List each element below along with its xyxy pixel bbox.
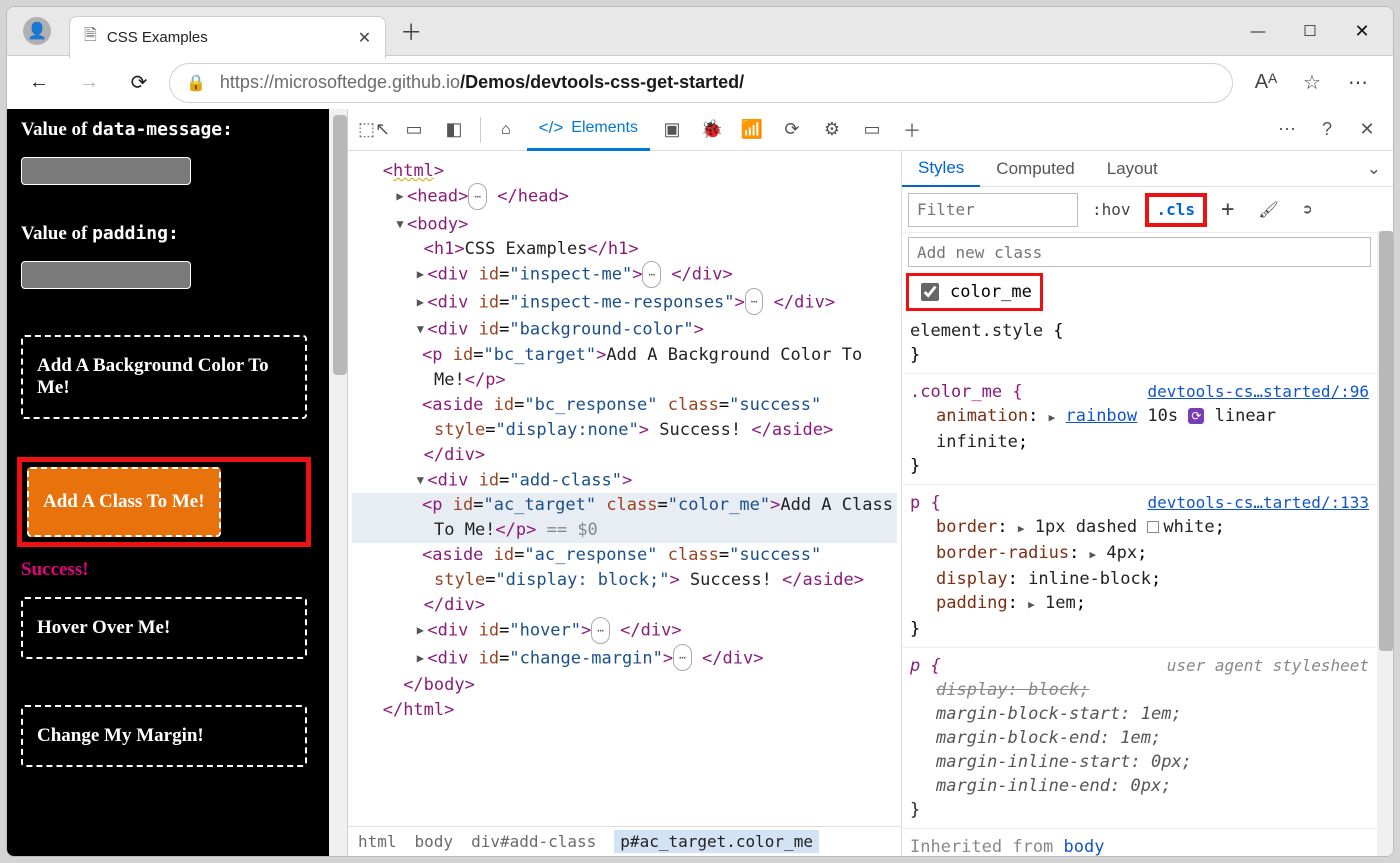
data-message-label: Value of data-message:: [21, 119, 307, 141]
computed-sidebar-icon[interactable]: ➲: [1293, 193, 1323, 227]
tab-close-icon[interactable]: ✕: [358, 28, 371, 48]
styles-tab-styles[interactable]: Styles: [902, 151, 980, 187]
settings-menu-icon[interactable]: ⋯: [1343, 70, 1373, 95]
highlighted-add-class-box: Add A Class To Me!: [21, 461, 307, 543]
styles-pane: Styles Computed Layout ⌄ :hov .cls + 🖌 ➲: [902, 151, 1393, 856]
breadcrumb-item[interactable]: div#add-class: [471, 832, 596, 851]
change-margin-box[interactable]: Change My Margin!: [21, 705, 307, 767]
dom-breadcrumb[interactable]: html body div#add-class p#ac_target.colo…: [348, 826, 901, 856]
rule-source-link[interactable]: devtools-cs…started/:96: [1147, 380, 1369, 404]
success-text: Success!: [21, 559, 307, 581]
new-tab-button[interactable]: ＋: [400, 15, 422, 47]
read-aloud-icon[interactable]: Aᴬ: [1251, 71, 1281, 94]
sources-icon[interactable]: 🐞: [694, 112, 730, 148]
url-text: https://microsoftedge.github.io/Demos/de…: [220, 72, 744, 93]
breadcrumb-item[interactable]: html: [358, 832, 397, 851]
breadcrumb-item-selected[interactable]: p#ac_target.color_me: [614, 830, 819, 853]
styles-tabs: Styles Computed Layout ⌄: [902, 151, 1393, 187]
forward-button[interactable]: →: [69, 63, 109, 103]
window-close-button[interactable]: ✕: [1339, 11, 1385, 51]
styles-toolbar: :hov .cls + 🖌 ➲: [902, 187, 1393, 233]
network-icon[interactable]: 📶: [734, 112, 770, 148]
styles-filter-input[interactable]: [908, 193, 1078, 227]
class-checkbox-label: color_me: [950, 282, 1032, 302]
data-message-input[interactable]: [21, 157, 191, 185]
help-icon[interactable]: ?: [1309, 112, 1345, 148]
back-button[interactable]: ←: [19, 63, 59, 103]
devtools-pane: ⬚↖ ▭ ◧ ⌂ </>Elements ▣ 🐞 📶 ⟳ ⚙ ▭ ＋ ⋯ ? ✕: [347, 109, 1393, 856]
class-checkbox[interactable]: [921, 283, 939, 301]
class-checkbox-row[interactable]: color_me: [906, 273, 1043, 311]
hover-box[interactable]: Hover Over Me!: [21, 597, 307, 659]
element-style-rule[interactable]: element.style { }: [902, 313, 1377, 374]
styles-tabs-expand-icon[interactable]: ⌄: [1355, 159, 1393, 179]
tab-title: CSS Examples: [107, 29, 208, 46]
styles-tab-layout[interactable]: Layout: [1091, 151, 1174, 187]
favorite-star-icon[interactable]: ☆: [1297, 70, 1327, 95]
console-icon[interactable]: ▣: [654, 112, 690, 148]
styles-tab-computed[interactable]: Computed: [980, 151, 1090, 187]
devtools-close-icon[interactable]: ✕: [1349, 112, 1385, 148]
add-class-box[interactable]: Add A Class To Me!: [27, 467, 221, 537]
elements-tab[interactable]: </>Elements: [527, 109, 650, 151]
padding-label: Value of padding:: [21, 223, 307, 245]
url-field[interactable]: 🔒 https://microsoftedge.github.io/Demos/…: [169, 63, 1233, 103]
page-icon: 🗎: [84, 24, 97, 51]
content-area: Value of data-message: Value of padding:…: [7, 109, 1393, 856]
dom-tree[interactable]: <html> ▶<head>⋯ </head> ▼<body> <h1>CSS …: [348, 151, 901, 826]
performance-icon[interactable]: ⟳: [774, 112, 810, 148]
browser-window: 👤 🗎 CSS Examples ✕ ＋ — ☐ ✕ ← → ⟳ 🔒 https…: [6, 6, 1394, 857]
device-toggle-icon[interactable]: ▭: [396, 112, 432, 148]
inspect-element-icon[interactable]: ⬚↖: [356, 112, 392, 148]
window-minimize-button[interactable]: —: [1235, 11, 1281, 51]
profile-avatar-icon[interactable]: 👤: [23, 17, 51, 45]
application-icon[interactable]: ▭: [854, 112, 890, 148]
dock-icon[interactable]: ◧: [436, 112, 472, 148]
p-ua-rule: p {user agent stylesheet display: block;…: [902, 648, 1377, 829]
styles-scrollbar[interactable]: [1377, 231, 1393, 856]
devtools-menu-icon[interactable]: ⋯: [1269, 112, 1305, 148]
address-bar: ← → ⟳ 🔒 https://microsoftedge.github.io/…: [7, 55, 1393, 109]
welcome-tab[interactable]: ⌂: [489, 109, 523, 151]
more-tabs-icon[interactable]: ＋: [894, 112, 930, 148]
titlebar: 👤 🗎 CSS Examples ✕ ＋ — ☐ ✕: [7, 7, 1393, 55]
rule-source-link[interactable]: devtools-cs…tarted/:133: [1147, 491, 1369, 515]
p-rule[interactable]: p {devtools-cs…tarted/:133 border: ▶ 1px…: [902, 485, 1377, 648]
cls-toggle-button[interactable]: .cls: [1145, 193, 1208, 227]
hov-toggle-button[interactable]: :hov: [1082, 193, 1141, 227]
inherited-section: Inherited from body: [902, 829, 1377, 856]
dom-tree-pane: <html> ▶<head>⋯ </head> ▼<body> <h1>CSS …: [348, 151, 902, 856]
refresh-button[interactable]: ⟳: [119, 63, 159, 103]
browser-tab[interactable]: 🗎 CSS Examples ✕: [69, 16, 386, 58]
lock-icon: 🔒: [186, 73, 206, 93]
page-scrollbar[interactable]: [329, 109, 347, 856]
add-new-class-input[interactable]: [908, 237, 1371, 267]
colorme-rule[interactable]: .color_me {devtools-cs…started/:96 anima…: [902, 374, 1377, 485]
padding-input[interactable]: [21, 261, 191, 289]
new-style-rule-button[interactable]: +: [1211, 193, 1244, 227]
devtools-toolbar: ⬚↖ ▭ ◧ ⌂ </>Elements ▣ 🐞 📶 ⟳ ⚙ ▭ ＋ ⋯ ? ✕: [348, 109, 1393, 151]
page-render-pane: Value of data-message: Value of padding:…: [7, 109, 347, 856]
memory-icon[interactable]: ⚙: [814, 112, 850, 148]
background-color-box[interactable]: Add A Background Color To Me!: [21, 335, 307, 419]
copy-styles-icon[interactable]: 🖌: [1248, 193, 1288, 227]
window-maximize-button[interactable]: ☐: [1287, 11, 1333, 51]
breadcrumb-item[interactable]: body: [415, 832, 454, 851]
